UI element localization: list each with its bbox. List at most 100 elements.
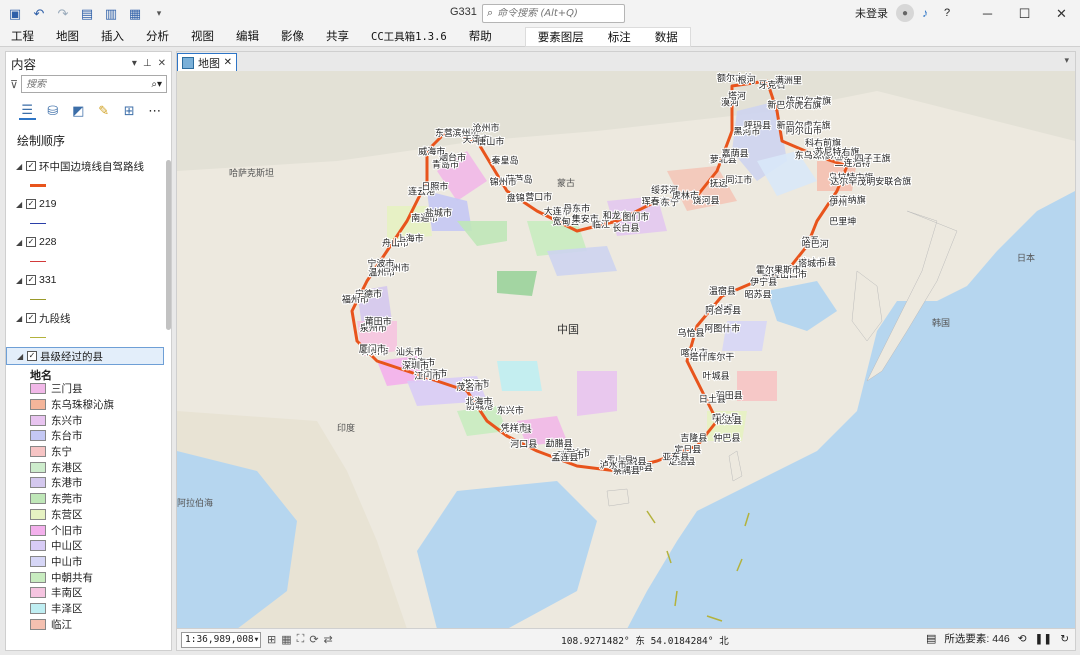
legend-item[interactable]: 中山市 [6,554,164,570]
collapse-icon[interactable]: ◢ [17,352,25,361]
new-project-icon[interactable]: ▤ [78,5,96,23]
map-view[interactable]: 哈萨克斯坦 蒙古 中国 印度 韩国 日本 阿拉伯海 额尔古纳 根河 牙克石 满洲里 陈巴尔虎旗 新巴尔虎… [177,71,1075,629]
pause-icon[interactable]: ❚❚ [1035,633,1053,645]
layer-row[interactable]: ◢ ✓ 228 [6,233,164,251]
layer-row[interactable]: ◢ ✓ 环中国边境线自驾路线 [6,157,164,175]
refresh-map-icon[interactable]: ↻ [1060,633,1069,645]
legend-item[interactable]: 东港区 [6,459,164,475]
help-icon[interactable]: ? [944,7,950,19]
close-pane-icon[interactable]: ✕ [158,58,166,69]
contents-search-input[interactable] [26,78,127,90]
layer-row[interactable]: ◢ ✓ 219 [6,195,164,213]
notification-bell-icon[interactable]: ♪ [922,6,928,20]
layer-checkbox[interactable]: ✓ [26,275,36,285]
layer-name[interactable]: 环中国边境线自驾路线 [39,159,144,174]
legend-item[interactable]: 个旧市 [6,522,164,538]
pane-options-icon[interactable]: ▾ [132,58,137,69]
layer-name[interactable]: 九段线 [39,311,71,326]
layer-name[interactable]: 219 [39,198,57,210]
map-tab-label[interactable]: 地图 [198,55,220,71]
app-icon[interactable]: ▣ [6,5,24,23]
scale-value[interactable]: 1:36,989,008 [185,634,254,645]
snapping-icon[interactable]: ⊞ [121,102,138,120]
collapse-icon[interactable]: ◢ [16,162,24,171]
layer-name[interactable]: 228 [39,236,57,248]
filter-icon[interactable]: ⊽ [10,78,18,91]
collapse-icon[interactable]: ◢ [16,238,24,247]
tab-data[interactable]: 数据 [643,28,690,46]
redo-icon[interactable]: ↷ [54,5,72,23]
collapse-icon[interactable]: ◢ [16,200,24,209]
refresh-icon[interactable]: ⟲ [1018,633,1027,645]
layer-symbol[interactable] [6,289,164,309]
tab-feature-layer[interactable]: 要素图层 [526,28,596,46]
legend-item[interactable]: 东宁 [6,444,164,460]
legend-item[interactable]: 东营区 [6,507,164,523]
editing-icon[interactable]: ✎ [96,102,113,120]
save-icon[interactable]: ▦ [126,5,144,23]
data-source-icon[interactable]: ⛁ [45,102,62,120]
collapse-icon[interactable]: ◢ [16,314,24,323]
user-avatar-icon[interactable]: ● [896,4,914,22]
legend-item[interactable]: 三门县 [6,381,164,397]
chevron-down-icon[interactable]: ▾ [1064,55,1069,66]
sign-in-label[interactable]: 未登录 [855,5,888,21]
layer-symbol[interactable] [6,213,164,233]
collapse-icon[interactable]: ◢ [16,276,24,285]
layer-symbol[interactable] [6,327,164,347]
customize-qat-icon[interactable]: ▾ [150,5,168,23]
legend-item[interactable]: 东港市 [6,475,164,491]
close-icon[interactable]: ✕ [1043,0,1080,27]
legend-item[interactable]: 丰泽区 [6,601,164,617]
legend-item[interactable]: 东乌珠穆沁旗 [6,397,164,413]
tab-cc-toolbox[interactable]: CC工具箱1.3.6 [360,27,458,47]
rotate-icon[interactable]: ⟳ [309,633,318,646]
command-search[interactable]: ⌕ [482,4,625,23]
maximize-icon[interactable]: ☐ [1006,0,1043,27]
scale-dropdown[interactable]: 1:36,989,008 ▾ [181,631,261,648]
selection-icon[interactable]: ◩ [70,102,87,120]
layer-symbol[interactable] [6,251,164,271]
tab-imagery[interactable]: 影像 [270,27,315,47]
navigate-icon[interactable]: ⇄ [324,633,333,646]
legend-item[interactable]: 中朝共有 [6,569,164,585]
layer-checkbox[interactable]: ✓ [27,351,37,361]
legend-item[interactable]: 临江 [6,616,164,632]
layer-row-selected[interactable]: ◢ ✓ 县级经过的县 [6,347,164,365]
layer-name[interactable]: 县级经过的县 [40,349,103,364]
tab-view[interactable]: 视图 [180,27,225,47]
layer-checkbox[interactable]: ✓ [26,237,36,247]
search-icon[interactable]: ⌕▾ [151,79,162,90]
tab-share[interactable]: 共享 [315,27,360,47]
layout-icon[interactable]: ▦ [281,633,291,646]
layer-checkbox[interactable]: ✓ [26,313,36,323]
layer-symbol[interactable] [6,175,164,195]
grid-icon[interactable]: ⊞ [267,633,276,646]
open-project-icon[interactable]: ▥ [102,5,120,23]
drawing-order-icon[interactable]: ☰ [19,102,36,120]
undo-icon[interactable]: ↶ [30,5,48,23]
command-search-input[interactable] [497,8,618,19]
tab-labeling[interactable]: 标注 [596,28,643,46]
layer-checkbox[interactable]: ✓ [26,199,36,209]
layer-row[interactable]: ◢ ✓ 九段线 [6,309,164,327]
scrollbar-thumb[interactable] [166,160,171,330]
legend-item[interactable]: 东兴市 [6,412,164,428]
legend-item[interactable]: 中山区 [6,538,164,554]
more-icon[interactable]: ⋯ [147,102,164,120]
map-canvas[interactable]: 哈萨克斯坦蒙古中国印度韩国日本阿拉伯海额尔古纳根河牙克石满洲里陈巴尔虎旗新巴尔虎… [177,71,1075,629]
tab-analysis[interactable]: 分析 [135,27,180,47]
minimize-icon[interactable]: ─ [969,0,1006,27]
zoom-extent-icon[interactable]: ⛶ [297,633,305,646]
contents-scrollbar[interactable] [165,157,172,647]
tab-map[interactable]: 地图 [45,27,90,47]
tab-map-view[interactable]: 地图 ✕ [177,53,237,71]
layer-row[interactable]: ◢ ✓ 331 [6,271,164,289]
selected-features-count[interactable]: 所选要素: 446 [944,631,1009,646]
close-tab-icon[interactable]: ✕ [224,57,232,68]
pin-icon[interactable]: ⊥ [143,58,152,69]
tab-help[interactable]: 帮助 [458,27,503,47]
legend-item[interactable]: 东台市 [6,428,164,444]
chevron-down-icon[interactable]: ▾ [254,634,260,645]
legend-item[interactable]: 丰南区 [6,585,164,601]
